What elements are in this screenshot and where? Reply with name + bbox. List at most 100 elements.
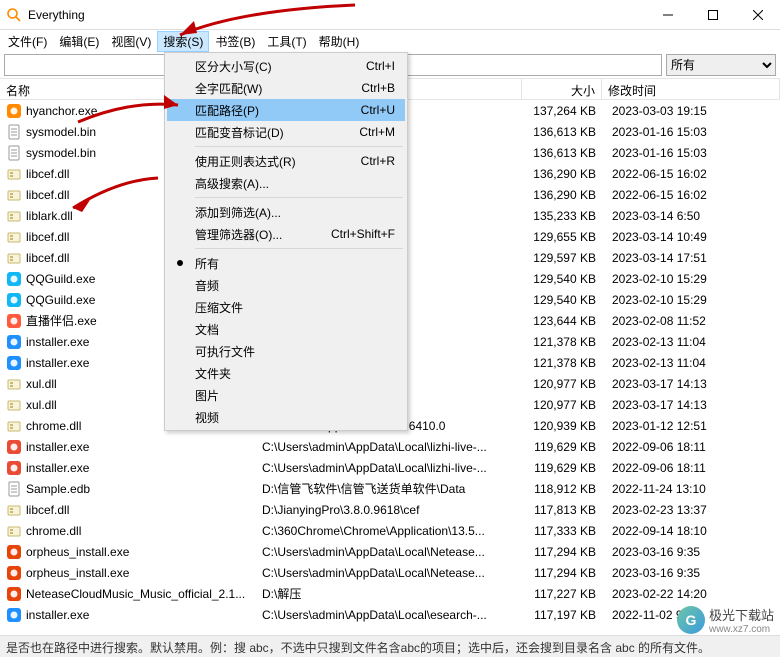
file-date: 2023-03-14 17:51	[602, 251, 780, 265]
file-date: 2022-09-06 18:11	[602, 461, 780, 475]
menu-dropdown-item[interactable]: 匹配变音标记(D)Ctrl+M	[167, 121, 405, 143]
file-path: D:\信管飞软件\信管飞送货单软件\Data	[256, 480, 522, 497]
file-size: 129,540 KB	[522, 293, 602, 307]
menu-dropdown-item[interactable]: 文件夹	[167, 362, 405, 384]
table-row[interactable]: Sample.edbD:\信管飞软件\信管飞送货单软件\Data118,912 …	[0, 478, 780, 499]
shortcut-hint: Ctrl+U	[361, 103, 401, 117]
file-icon	[6, 376, 22, 392]
menu-item[interactable]: 文件(F)	[2, 31, 53, 52]
menu-item[interactable]: 工具(T)	[261, 31, 312, 52]
menu-dropdown-item[interactable]: 文档	[167, 318, 405, 340]
maximize-button[interactable]	[690, 0, 735, 30]
menu-item[interactable]: 搜索(S)	[157, 31, 209, 52]
menu-item[interactable]: 帮助(H)	[313, 31, 366, 52]
menu-item[interactable]: 视图(V)	[105, 31, 157, 52]
file-date: 2023-03-16 9:35	[602, 545, 780, 559]
menu-separator	[195, 146, 403, 147]
menu-dropdown-item[interactable]: 匹配路径(P) Ctrl+U	[167, 99, 405, 121]
menu-item[interactable]: 编辑(E)	[53, 31, 105, 52]
menu-dropdown-item[interactable]: 使用正则表达式(R)Ctrl+R	[167, 150, 405, 172]
menu-dropdown-item[interactable]: 添加到筛选(A)...	[167, 201, 405, 223]
file-date: 2023-03-16 9:35	[602, 566, 780, 580]
file-icon	[6, 313, 22, 329]
file-name: libcef.dll	[26, 230, 69, 244]
table-row[interactable]: orpheus_install.exeC:\Users\admin\AppDat…	[0, 541, 780, 562]
table-row[interactable]: installer.exeC:\Users\admin\AppData\Loca…	[0, 604, 780, 625]
file-icon	[6, 586, 22, 602]
shortcut-hint: Ctrl+M	[359, 125, 401, 139]
menu-item-label: 音频	[195, 277, 219, 294]
menu-item-label: 图片	[195, 387, 219, 404]
file-date: 2023-02-10 15:29	[602, 272, 780, 286]
file-name: libcef.dll	[26, 188, 69, 202]
file-size: 136,613 KB	[522, 125, 602, 139]
minimize-button[interactable]	[645, 0, 690, 30]
menu-item-label: 文件夹	[195, 365, 231, 382]
file-size: 121,378 KB	[522, 356, 602, 370]
file-size: 119,629 KB	[522, 440, 602, 454]
file-size: 117,333 KB	[522, 524, 602, 538]
table-row[interactable]: chrome.dllC:\360Chrome\Chrome\Applicatio…	[0, 520, 780, 541]
file-name: chrome.dll	[26, 419, 81, 433]
table-row[interactable]: orpheus_install.exeC:\Users\admin\AppDat…	[0, 562, 780, 583]
file-icon	[6, 166, 22, 182]
menu-dropdown-item[interactable]: 可执行文件	[167, 340, 405, 362]
menu-dropdown-item[interactable]: 图片	[167, 384, 405, 406]
menu-dropdown-item[interactable]: 所有	[167, 252, 405, 274]
file-name: liblark.dll	[26, 209, 73, 223]
file-path: C:\Users\admin\AppData\Local\lizhi-live-…	[256, 461, 522, 475]
table-row[interactable]: libcef.dllD:\JianyingPro\3.8.0.9618\cef1…	[0, 499, 780, 520]
menu-item[interactable]: 书签(B)	[209, 31, 261, 52]
file-name: Sample.edb	[26, 482, 90, 496]
file-size: 123,644 KB	[522, 314, 602, 328]
file-date: 2023-01-16 15:03	[602, 146, 780, 160]
file-size: 136,290 KB	[522, 188, 602, 202]
file-size: 136,290 KB	[522, 167, 602, 181]
file-path: C:\360Chrome\Chrome\Application\13.5...	[256, 524, 522, 538]
watermark-sub: www.xz7.com	[709, 624, 774, 635]
file-size: 117,813 KB	[522, 503, 602, 517]
file-name: libcef.dll	[26, 251, 69, 265]
menu-dropdown-item[interactable]: 音频	[167, 274, 405, 296]
file-size: 117,197 KB	[522, 608, 602, 622]
file-icon	[6, 523, 22, 539]
menu-dropdown-item[interactable]: 管理筛选器(O)...Ctrl+Shift+F	[167, 223, 405, 245]
file-name: xul.dll	[26, 398, 57, 412]
file-path: D:\解压	[256, 585, 522, 602]
menu-separator	[195, 248, 403, 249]
file-size: 119,629 KB	[522, 461, 602, 475]
menu-item-label: 匹配路径(P)	[195, 102, 259, 119]
file-date: 2022-11-24 13:10	[602, 482, 780, 496]
table-row[interactable]: installer.exeC:\Users\admin\AppData\Loca…	[0, 457, 780, 478]
menu-dropdown-item[interactable]: 全字匹配(W)Ctrl+B	[167, 77, 405, 99]
menu-dropdown-item[interactable]: 视频	[167, 406, 405, 428]
file-icon	[6, 439, 22, 455]
file-icon	[6, 124, 22, 140]
menu-dropdown-item[interactable]: 区分大小写(C)Ctrl+I	[167, 55, 405, 77]
file-icon	[6, 187, 22, 203]
file-path: C:\Users\admin\AppData\Local\esearch-...	[256, 608, 522, 622]
file-date: 2023-03-17 14:13	[602, 398, 780, 412]
file-date: 2023-02-10 15:29	[602, 293, 780, 307]
file-icon	[6, 397, 22, 413]
table-row[interactable]: installer.exeC:\Users\admin\AppData\Loca…	[0, 436, 780, 457]
file-date: 2022-06-15 16:02	[602, 188, 780, 202]
file-icon	[6, 271, 22, 287]
watermark: G 极光下载站 www.xz7.com	[677, 605, 774, 635]
file-name: sysmodel.bin	[26, 146, 96, 160]
close-button[interactable]	[735, 0, 780, 30]
menu-dropdown-item[interactable]: 压缩文件	[167, 296, 405, 318]
window-title: Everything	[28, 8, 645, 22]
column-size[interactable]: 大小	[522, 79, 602, 99]
file-name: 直播伴侣.exe	[26, 312, 97, 329]
file-icon	[6, 607, 22, 623]
filter-select[interactable]: 所有	[666, 54, 776, 76]
file-name: sysmodel.bin	[26, 125, 96, 139]
file-date: 2023-03-03 19:15	[602, 104, 780, 118]
file-name: libcef.dll	[26, 503, 69, 517]
column-date[interactable]: 修改时间	[602, 79, 780, 99]
menu-dropdown-item[interactable]: 高级搜索(A)...	[167, 172, 405, 194]
table-row[interactable]: NeteaseCloudMusic_Music_official_2.1...D…	[0, 583, 780, 604]
file-icon	[6, 292, 22, 308]
file-size: 136,613 KB	[522, 146, 602, 160]
